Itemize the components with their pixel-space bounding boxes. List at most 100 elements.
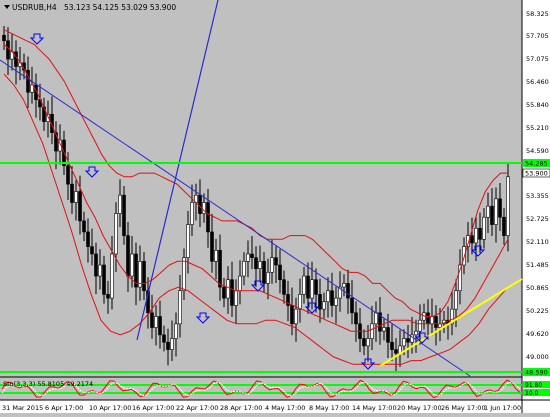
candle-body — [362, 338, 366, 347]
time-label: 4 May 17:00 — [265, 404, 305, 412]
candle-body — [310, 279, 314, 299]
candle-body — [154, 316, 158, 328]
candle-body — [342, 283, 346, 288]
candle-body — [470, 235, 474, 244]
price-label: 52.110 — [526, 238, 549, 246]
candle-body — [294, 308, 298, 325]
candle-body — [478, 227, 482, 240]
candle-body — [206, 202, 210, 233]
candle-body — [142, 261, 146, 292]
candle-body — [114, 213, 118, 255]
candle-body — [2, 34, 6, 42]
candle-body — [354, 312, 358, 325]
chart-canvas[interactable]: USDRUB,H4 53.123 54.125 53.029 53.900 St… — [0, 0, 550, 413]
candle-body — [454, 290, 458, 310]
candle-body — [486, 205, 490, 218]
candle-body — [182, 257, 186, 292]
candle-body — [374, 312, 378, 325]
candle-body — [170, 338, 174, 350]
price-label: 49.620 — [526, 330, 549, 338]
candle-body — [82, 220, 86, 233]
time-label: 31 Mar 2015 — [2, 404, 43, 412]
candle-body — [482, 216, 486, 240]
candle-body — [498, 198, 502, 218]
candle-body — [306, 275, 310, 299]
candle-body — [334, 297, 338, 306]
candle-body — [130, 253, 134, 277]
candle-body — [174, 323, 178, 339]
candle-body — [226, 279, 230, 299]
price-label: 54.590 — [526, 147, 549, 155]
candle-body — [350, 297, 354, 314]
candle-body — [430, 316, 434, 325]
candle-body — [14, 51, 18, 67]
time-label: 8 May 17:00 — [309, 404, 349, 412]
time-label: 28 Apr 17:00 — [220, 404, 262, 412]
price-label: 55.210 — [526, 124, 549, 132]
candle-body — [246, 253, 250, 262]
candle-body — [502, 216, 506, 236]
candle-body — [370, 323, 374, 339]
current-price: 53.900 — [525, 170, 548, 178]
candle-body — [106, 294, 110, 299]
candle-body — [242, 261, 246, 277]
candle-body — [366, 338, 370, 347]
candle-body — [434, 316, 438, 328]
candle-body — [186, 224, 190, 258]
price-label: 50.225 — [526, 307, 549, 315]
candle-body — [394, 349, 398, 354]
price-label: 55.840 — [526, 101, 549, 109]
price-label: 57.705 — [526, 32, 549, 40]
candle-body — [118, 194, 122, 214]
ohlc-values: 53.123 54.125 53.029 53.900 — [64, 3, 176, 12]
candle-body — [346, 283, 350, 299]
time-label: 14 May 17:00 — [352, 404, 397, 412]
candle-body — [402, 338, 406, 347]
candle-body — [158, 316, 162, 336]
time-label: 1 Jun 17:00 — [484, 404, 521, 412]
symbol-timeframe: USDRUB,H4 — [12, 3, 57, 12]
candle-body — [282, 279, 286, 295]
candle-body — [234, 290, 238, 306]
support-price: 48.590 — [525, 369, 548, 377]
time-label: 20 May 17:00 — [397, 404, 442, 412]
trading-chart-window[interactable]: USDRUB,H4 53.123 54.125 53.029 53.900 St… — [0, 0, 550, 413]
candle-body — [322, 301, 326, 310]
candle-body — [214, 250, 218, 262]
price-label: 57.075 — [526, 55, 549, 63]
candle-body — [270, 257, 274, 273]
candle-body — [262, 261, 266, 284]
candle-body — [74, 191, 78, 203]
candle-body — [386, 327, 390, 343]
candle-body — [238, 275, 242, 292]
candle-body — [110, 253, 114, 299]
candle-body — [382, 327, 386, 332]
candle-body — [190, 202, 194, 225]
time-label: 16 Apr 17:00 — [132, 404, 174, 412]
price-label: 52.725 — [526, 215, 549, 223]
candle-body — [414, 330, 418, 336]
candle-body — [266, 272, 270, 284]
candle-body — [490, 205, 494, 225]
candle-body — [274, 257, 278, 266]
candle-body — [218, 250, 222, 288]
candle-body — [506, 176, 510, 236]
candle-body — [166, 341, 170, 350]
candle-body — [326, 290, 330, 303]
candle-body — [298, 294, 302, 310]
symbol-header[interactable]: USDRUB,H4 53.123 54.125 53.029 53.900 — [4, 3, 176, 12]
price-label: 50.865 — [526, 284, 549, 292]
candle-body — [6, 40, 10, 60]
candle-body — [150, 312, 154, 328]
stochastic-label: Sto(3,3,3) 55.8105 49.2174 — [3, 380, 93, 388]
time-label: 22 Apr 17:00 — [176, 404, 218, 412]
candle-body — [318, 294, 322, 310]
candle-body — [90, 246, 94, 255]
candle-body — [198, 194, 202, 214]
candle-body — [250, 253, 254, 258]
time-label: 10 Apr 17:00 — [89, 404, 131, 412]
candle-body — [494, 198, 498, 225]
candle-body — [418, 319, 422, 332]
price-label: 51.485 — [526, 261, 549, 269]
candle-body — [278, 264, 282, 281]
